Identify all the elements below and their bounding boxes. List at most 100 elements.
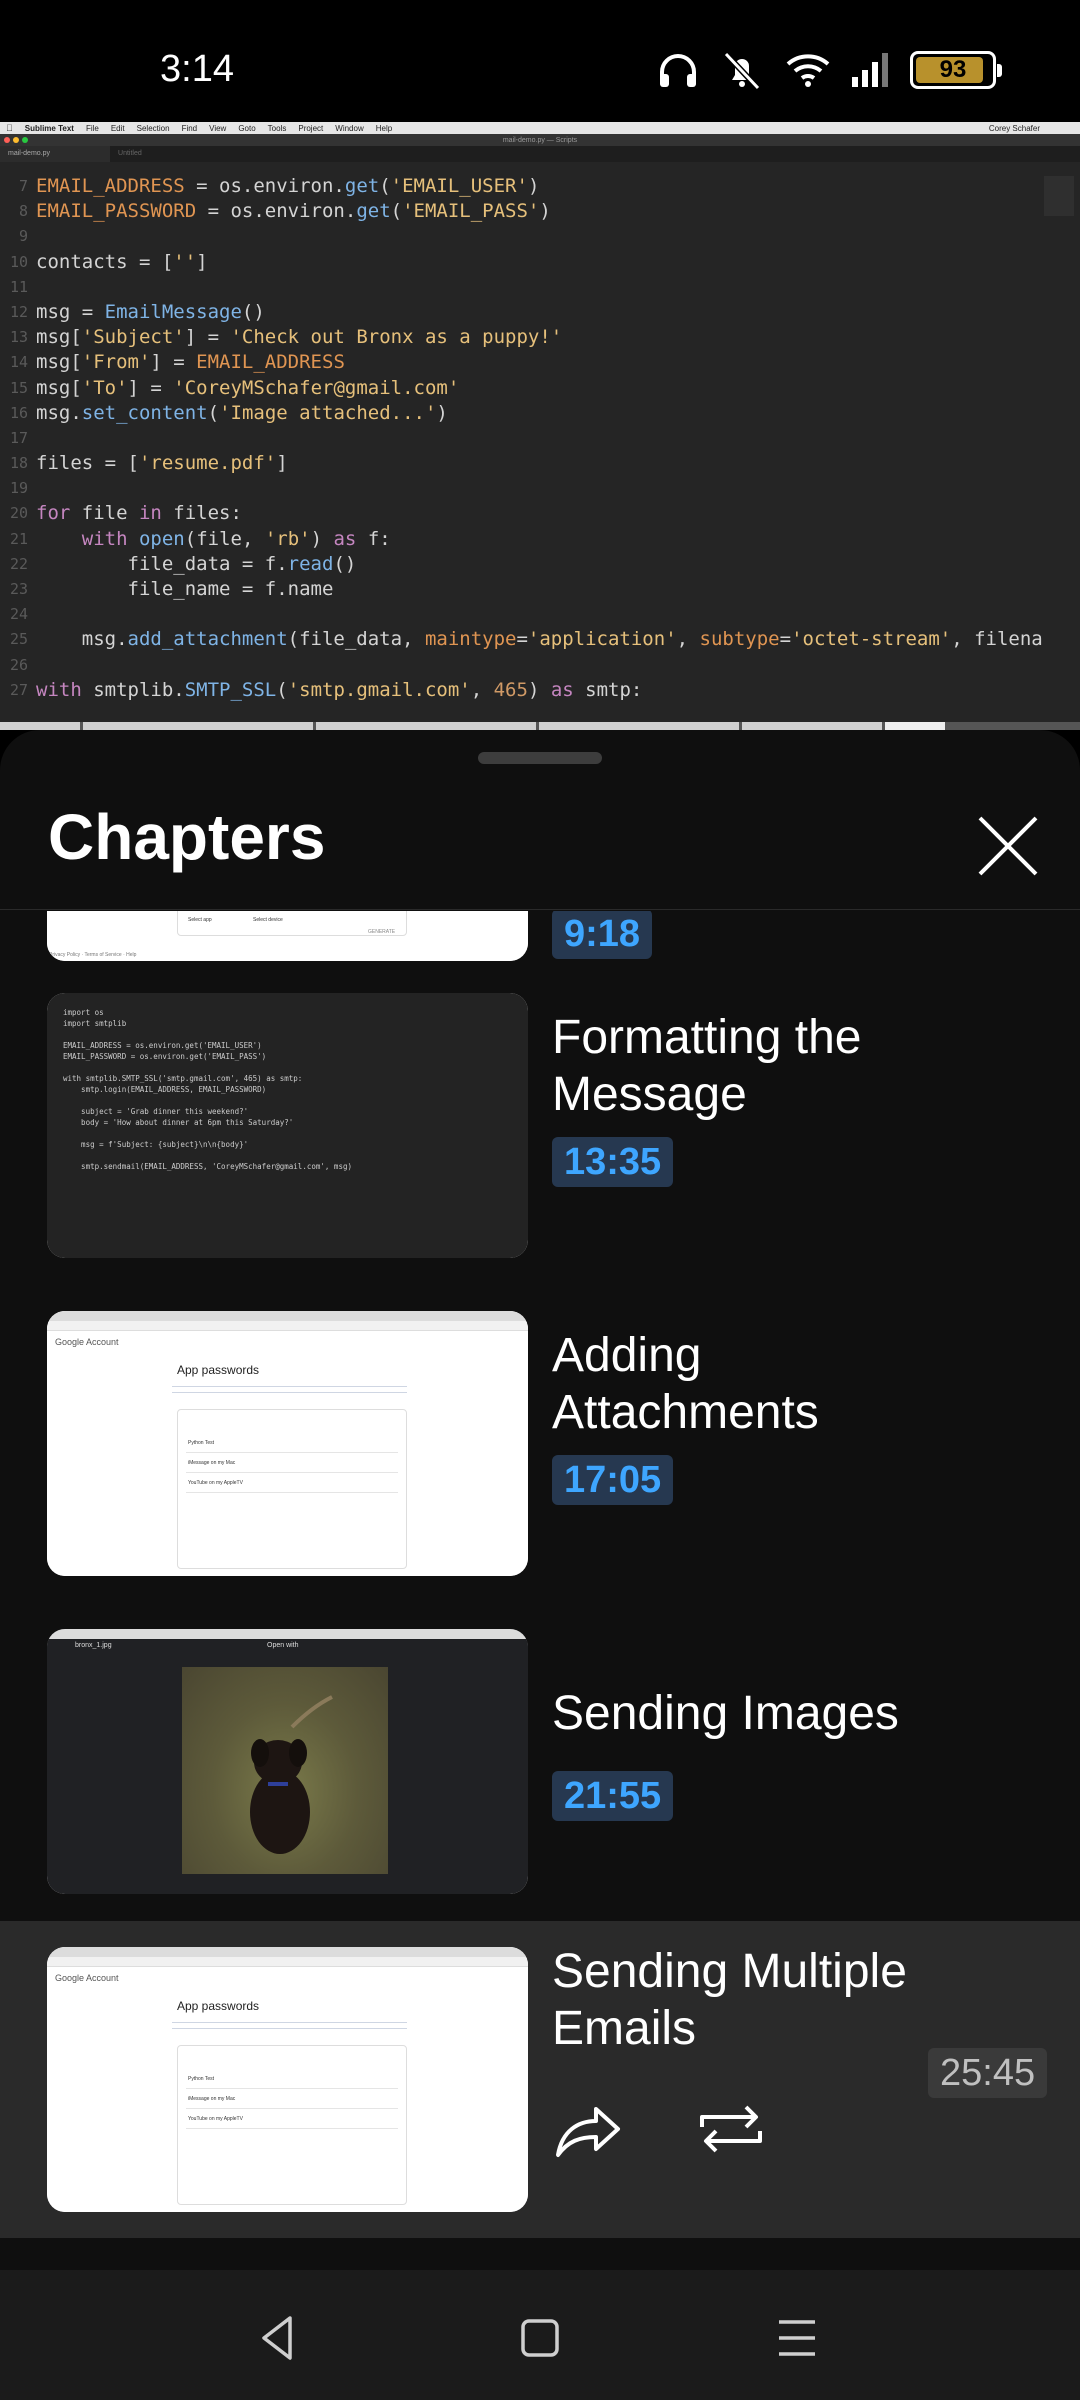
line-number: 24: [9, 605, 28, 624]
home-icon[interactable]: [510, 2308, 570, 2368]
menubar-item: Edit: [104, 123, 125, 133]
line-number: 14: [9, 353, 28, 372]
thumb-google-account: Google Account: [55, 1973, 119, 1983]
panel-title: Chapters: [48, 801, 326, 873]
chapter-item-active[interactable]: Google Account App passwords Python Test…: [0, 1921, 1080, 2238]
repeat-icon[interactable]: [696, 2099, 766, 2159]
code-line: 25 msg.add_attachment(file_data, maintyp…: [0, 627, 1043, 652]
chapter-thumbnail: import os import smtplib EMAIL_ADDRESS =…: [47, 993, 528, 1258]
chapter-list[interactable]: Select app Select device GENERATE Privac…: [0, 911, 1080, 2270]
code-line: 12 msg = EmailMessage(): [0, 300, 1040, 325]
editor-tab: mail-demo.py: [0, 146, 111, 162]
thumb-app-passwords: App passwords: [177, 1999, 260, 2013]
code-line: 21 with open(file, 'rb') as f:: [0, 527, 1040, 552]
drag-handle[interactable]: [478, 752, 602, 764]
chapter-thumbnail: Google Account App passwords Python Test…: [47, 1947, 528, 2212]
thumb-file-name: bronx_1.jpg: [75, 1642, 112, 1649]
code-line: 27 with smtplib.SMTP_SSL('smtp.gmail.com'…: [0, 678, 1040, 703]
mute-vibrate-icon: [723, 51, 761, 90]
line-number: 22: [9, 554, 28, 573]
code-line: 16 msg.set_content('Image attached...'): [0, 401, 1040, 426]
chapter-timestamp: 9:18: [552, 911, 653, 959]
code-line: 17: [0, 426, 1040, 451]
code-text: msg.set_content('Image attached...'): [36, 401, 448, 424]
code-text: msg = EmailMessage(): [36, 300, 265, 323]
chapter-thumbnail: bronx_1.jpg Open with: [47, 1629, 528, 1894]
line-number: 18: [9, 454, 28, 473]
code-text: msg.add_attachment(file_data, maintype='…: [36, 628, 1043, 651]
status-time: 3:14: [160, 48, 234, 90]
code-text: msg['To'] = 'CoreyMSchafer@gmail.com': [36, 376, 460, 399]
share-icon[interactable]: [552, 2099, 622, 2159]
code-line: 9: [0, 224, 1040, 249]
video-chapter-scrubber[interactable]: [0, 722, 1080, 730]
code-text: for file in files:: [36, 502, 242, 525]
minimap: [1044, 176, 1074, 216]
code-line: 8 EMAIL_PASSWORD = os.environ.get('EMAIL_…: [0, 199, 1040, 224]
code-editor: 7 EMAIL_ADDRESS = os.environ.get('EMAIL_U…: [0, 174, 1043, 703]
window-titlebar: mail-demo.py — Scripts: [0, 134, 1080, 146]
code-text: EMAIL_ADDRESS = os.environ.get('EMAIL_US…: [36, 175, 540, 197]
video-player[interactable]:  Sublime Text File Edit Selection Find …: [0, 122, 1080, 730]
code-text: file_data = f.read(): [36, 552, 357, 575]
chapter-title: Sending Images: [552, 1687, 899, 1740]
navigation-bar: [0, 2270, 1080, 2400]
status-icons: 93: [658, 48, 1002, 92]
code-text: msg['Subject'] = 'Check out Bronx as a p…: [36, 326, 563, 349]
line-number: 13: [9, 328, 28, 347]
thumb-row: Python Test: [188, 1440, 215, 1446]
thumb-open-with: Open with: [267, 1642, 299, 1649]
menubar-item: Find: [174, 123, 198, 133]
chapter-item[interactable]: Select app Select device GENERATE Privac…: [0, 911, 1080, 967]
panel-header: Chapters: [0, 730, 1080, 910]
menubar-item: Goto: [231, 123, 255, 133]
code-text: msg['From'] = EMAIL_ADDRESS: [36, 351, 345, 374]
chapter-timestamp: 13:35: [552, 1137, 674, 1187]
chapter-timestamp: 21:55: [552, 1771, 674, 1821]
line-number: 7: [18, 177, 28, 195]
chapter-item[interactable]: import os import smtplib EMAIL_ADDRESS =…: [0, 967, 1080, 1285]
line-number: 10: [9, 252, 28, 271]
code-line: 19: [0, 476, 1040, 501]
chapter-item[interactable]: bronx_1.jpg Open with Sending Images 21:…: [0, 1603, 1080, 1921]
thumb-app-passwords: App passwords: [177, 1363, 260, 1377]
line-number: 11: [9, 277, 28, 296]
menubar-item: View: [202, 123, 226, 133]
chapter-title: Sending Multiple Emails: [552, 1945, 907, 2055]
chapter-timestamp: 25:45: [928, 2048, 1048, 2098]
battery-level: 93: [939, 56, 967, 83]
menubar-user: Corey Schafer: [988, 123, 1040, 133]
chapter-item[interactable]: Google Account App passwords Python Test…: [0, 1285, 1080, 1603]
window-title: mail-demo.py — Scripts: [502, 136, 578, 144]
thumb-row: iMessage on my Mac: [188, 2096, 236, 2102]
battery-icon: 93: [910, 51, 1002, 89]
thumb-row: YouTube on my AppleTV: [188, 2116, 243, 2122]
signal-icon: [852, 53, 888, 87]
thumb-row: iMessage on my Mac: [188, 1460, 236, 1466]
menubar-item: Selection: [129, 123, 170, 133]
code-line: 13 msg['Subject'] = 'Check out Bronx as a…: [0, 325, 1040, 350]
line-number: 12: [9, 302, 28, 321]
code-line: 20 for file in files:: [0, 501, 1040, 526]
chapter-thumbnail: Select app Select device GENERATE Privac…: [47, 911, 528, 961]
recents-icon[interactable]: [767, 2308, 827, 2368]
code-line: 11: [0, 275, 1040, 300]
headphones-icon: [660, 54, 696, 87]
code-line: 18 files = ['resume.pdf']: [0, 451, 1040, 476]
code-line: 22 file_data = f.read(): [0, 552, 1040, 577]
menubar-item: Tools: [260, 123, 287, 133]
thumb-code: import os import smtplib EMAIL_ADDRESS =…: [47, 993, 528, 1258]
code-line: 26: [0, 653, 1040, 678]
close-icon[interactable]: [970, 808, 1046, 884]
editor-tabs: mail-demo.py Untitled: [0, 146, 1080, 162]
code-text: files = ['resume.pdf']: [36, 452, 288, 475]
line-number: 15: [9, 378, 28, 397]
chapters-panel: Chapters Select app Select device GENERA…: [0, 730, 1080, 2270]
back-icon[interactable]: [250, 2308, 310, 2368]
line-number: 27: [9, 680, 28, 699]
line-number: 23: [9, 580, 28, 598]
thumb-row: YouTube on my AppleTV: [188, 1480, 243, 1486]
dog-photo: [182, 1667, 388, 1874]
code-text: file_name = f.name: [36, 578, 334, 600]
mac-menubar:  Sublime Text File Edit Selection Find …: [0, 122, 1080, 134]
